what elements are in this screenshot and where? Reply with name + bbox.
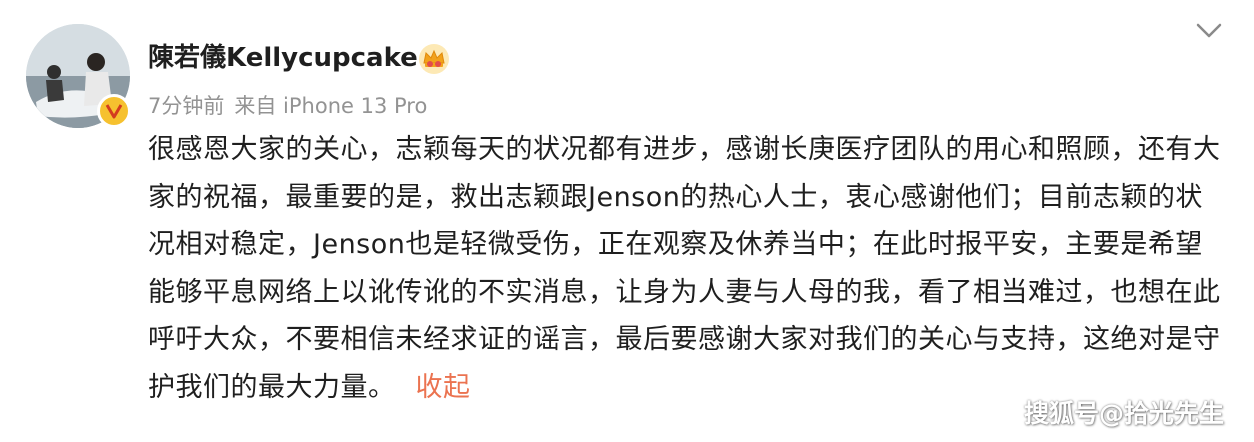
post-time[interactable]: 7分钟前 [148, 94, 224, 118]
author-name[interactable]: 陳若儀Kellycupcake [148, 40, 418, 76]
crown-icon[interactable] [418, 43, 450, 75]
post-meta: 7分钟前 来自 iPhone 13 Pro [148, 91, 437, 121]
post-content: 很感恩大家的关心，志颖每天的状况都有进步，感谢长庚医疗团队的用心和照顾，还有大家… [148, 126, 1228, 411]
watermark: 搜狐号@拾光先生 [1023, 399, 1224, 428]
verified-badge-icon [97, 94, 131, 128]
weibo-post-card: 陳若儀Kellycupcake 7分钟前 来自 iPhone 13 Pro 很感恩… [0, 0, 1254, 442]
post-source: 来自 iPhone 13 Pro [234, 94, 428, 118]
author-avatar-container[interactable] [26, 24, 131, 128]
collapse-link[interactable]: 收起 [416, 372, 471, 403]
post-text: 很感恩大家的关心，志颖每天的状况都有进步，感谢长庚医疗团队的用心和照顾，还有大家… [148, 134, 1221, 403]
chevron-down-icon[interactable] [1195, 20, 1223, 42]
